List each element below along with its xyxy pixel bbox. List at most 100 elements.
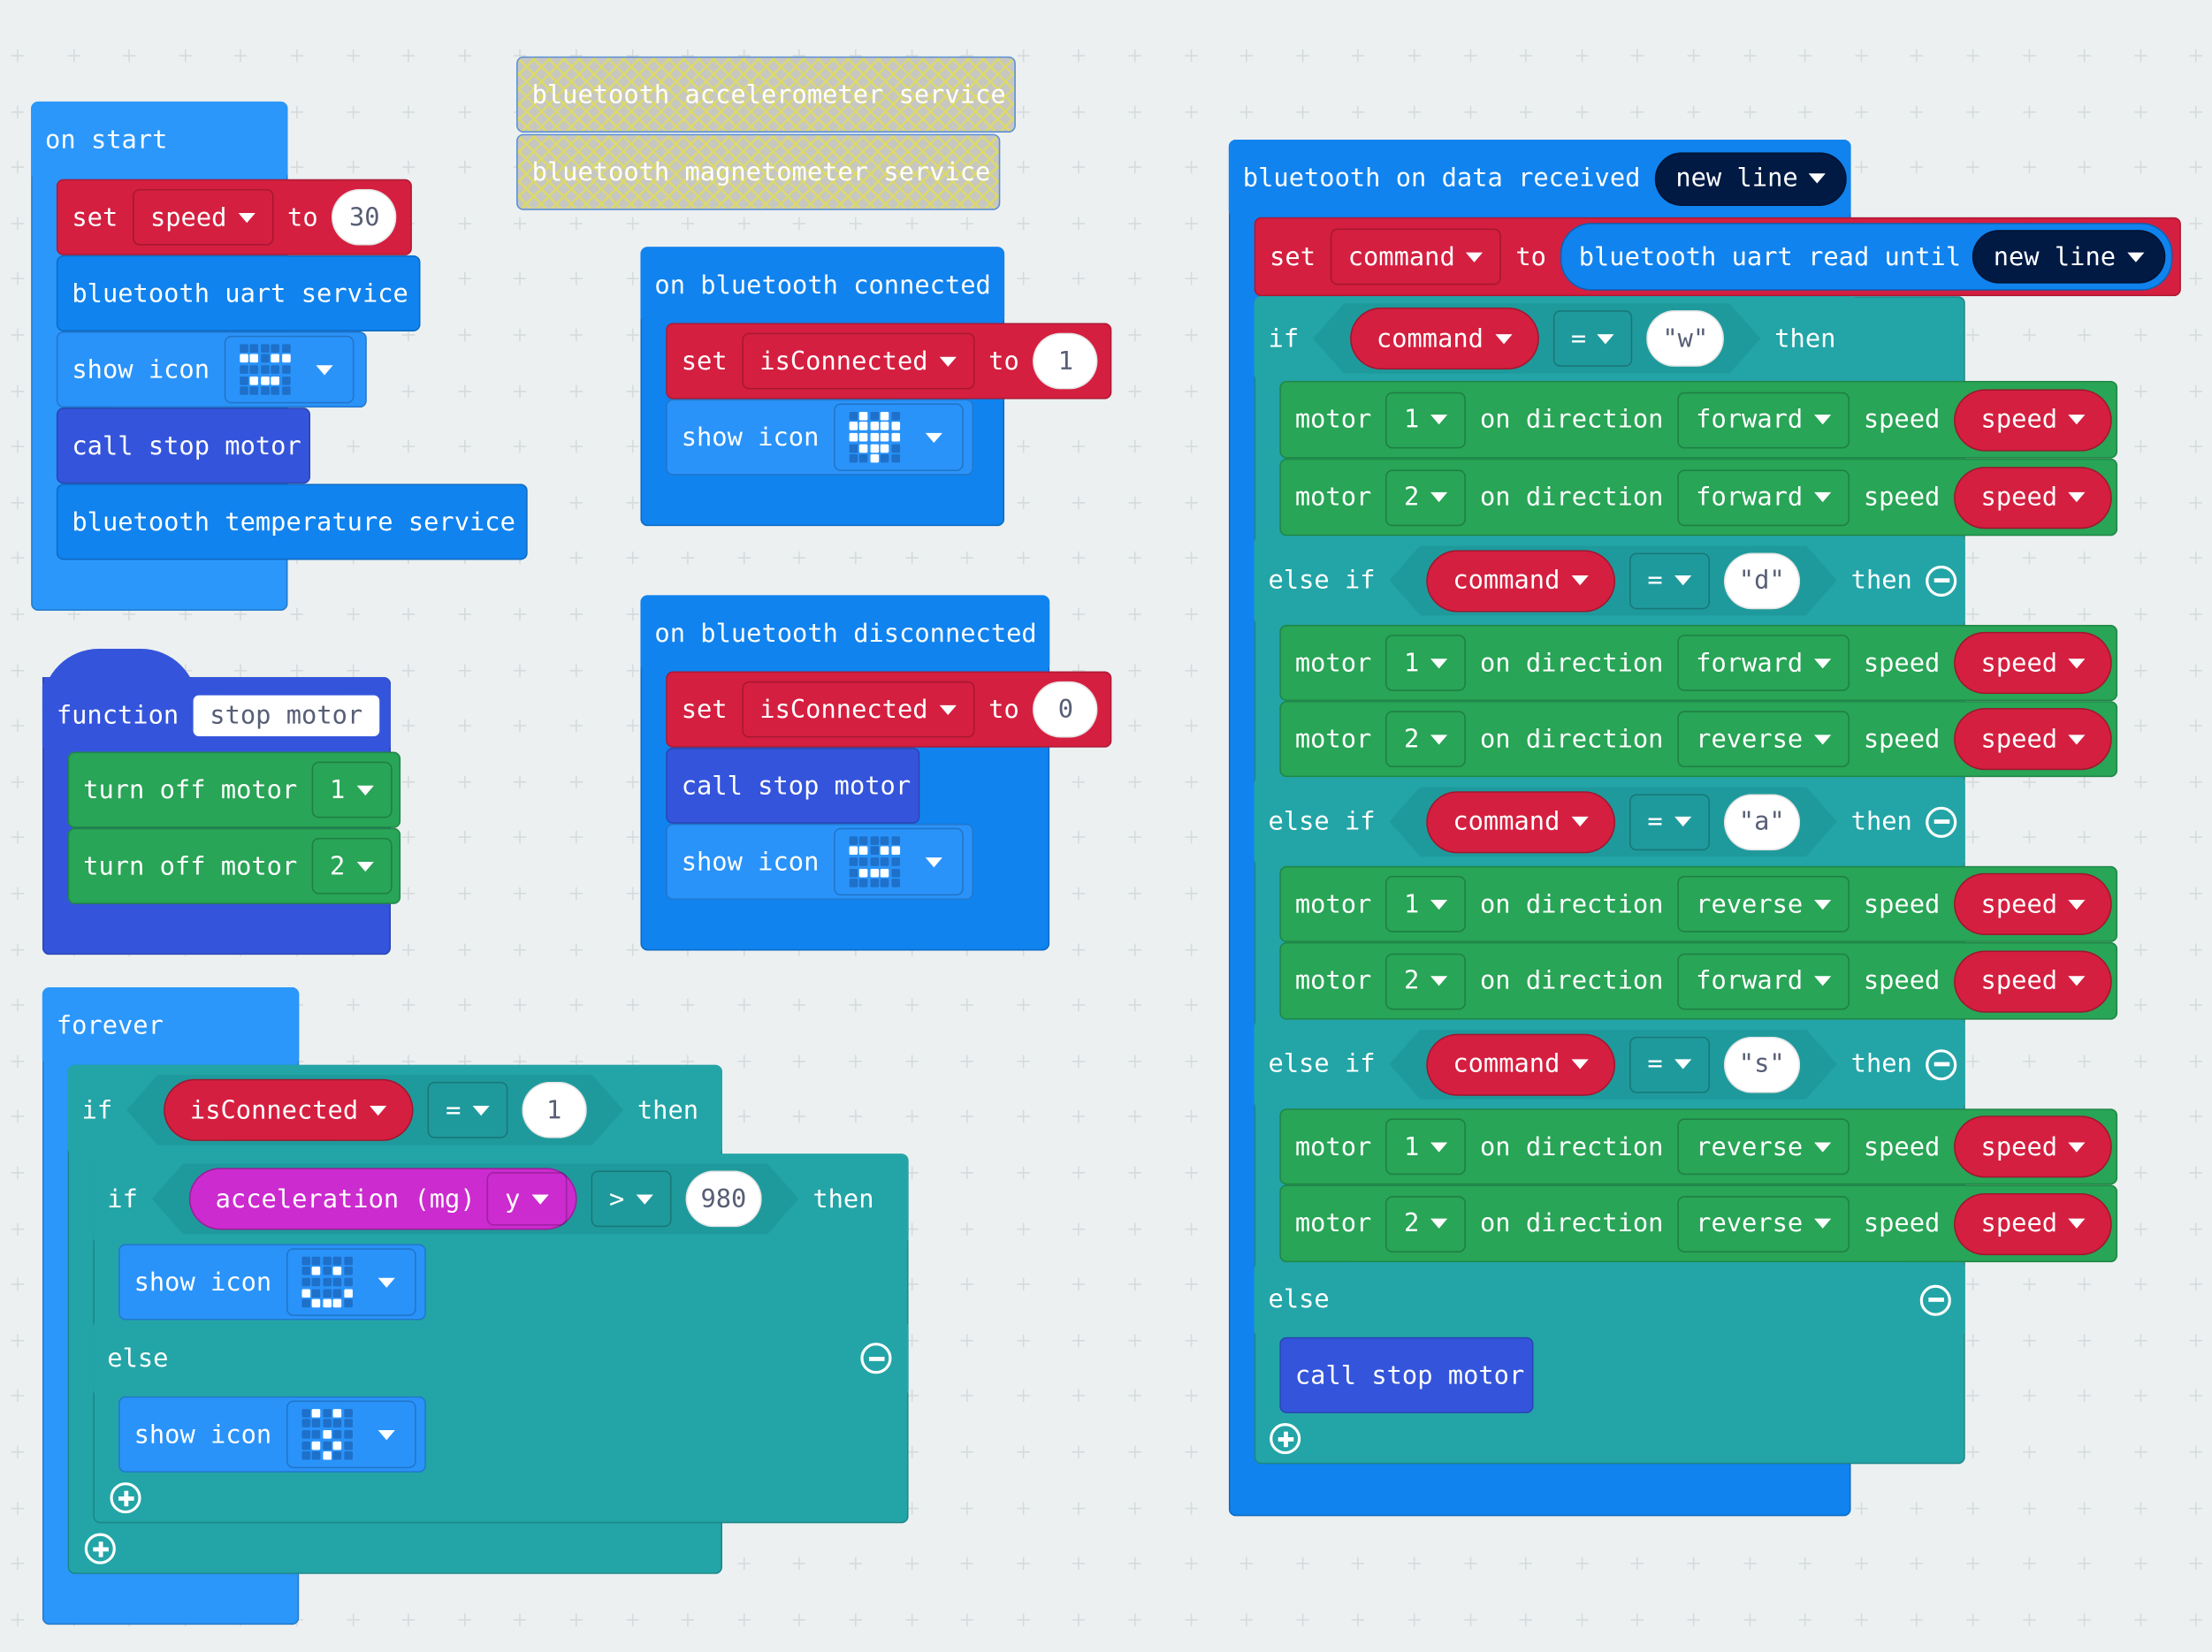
icon-dropdown[interactable] [286,1400,416,1469]
variable-reporter[interactable]: command [1426,550,1615,612]
add-else-if-icon[interactable] [110,1482,141,1514]
speed-variable-reporter[interactable]: speed [1954,708,2113,771]
delimiter-dropdown[interactable]: new line [1654,151,1848,206]
operator-dropdown[interactable]: = [1629,794,1710,850]
direction-dropdown[interactable]: reverse [1677,1118,1850,1176]
motor-dropdown[interactable]: 2 [311,837,392,895]
show-icon-block[interactable]: show icon [666,823,974,901]
call-stop-motor-block[interactable]: call stop motor [56,407,311,484]
direction-dropdown[interactable]: forward [1677,468,1850,526]
icon-dropdown[interactable] [833,403,964,471]
variable-dropdown[interactable]: speed [132,188,274,246]
bluetooth-magnetometer-service-block-disabled[interactable]: bluetooth magnetometer service [516,133,1001,210]
set-isconnected-block[interactable]: set isConnected to 0 [666,671,1112,748]
show-icon-block[interactable]: show icon [56,331,367,408]
value-input[interactable]: 30 [332,188,398,246]
speed-variable-reporter[interactable]: speed [1954,872,2113,935]
string-input[interactable]: "a" [1723,794,1800,850]
else-if-row[interactable]: else if command = "s" then [1254,1019,1965,1109]
add-else-if-icon[interactable] [84,1533,116,1564]
call-stop-motor-block[interactable]: call stop motor [1279,1336,1534,1413]
motor-dropdown[interactable]: 1 [1385,875,1466,933]
speed-variable-reporter[interactable]: speed [1954,388,2113,451]
set-command-block[interactable]: set command to bluetooth uart read until… [1254,217,2181,297]
motor-block[interactable]: motor 1 on direction forward speed speed [1279,380,2118,459]
motor-block[interactable]: motor 1 on direction forward speed speed [1279,624,2118,702]
speed-variable-reporter[interactable]: speed [1954,1115,2113,1178]
blocks-workspace[interactable]: on start set speed to 30 bluetooth uart … [0,0,2212,1652]
motor-dropdown[interactable]: 2 [1385,711,1466,768]
if-row[interactable]: if command = "w" then [1254,296,1858,381]
icon-dropdown[interactable] [286,1248,416,1316]
function-header[interactable]: function stop motor [42,680,392,752]
operator-dropdown[interactable]: > [591,1170,671,1227]
motor-block[interactable]: motor 2 on direction reverse speed speed [1279,701,2118,778]
forever-header[interactable]: forever [42,986,300,1065]
data-received-header[interactable]: bluetooth on data received new line [1228,139,1851,217]
motor-dropdown[interactable]: 2 [1385,952,1466,1009]
add-else-if-icon[interactable] [1270,1423,1301,1455]
turn-off-motor-block[interactable]: turn off motor 1 [67,751,401,828]
remove-else-if-icon[interactable] [1926,1048,1957,1080]
variable-reporter[interactable]: command [1426,790,1615,852]
string-input[interactable]: "d" [1723,552,1800,609]
operator-dropdown[interactable]: = [1629,552,1710,609]
operator-dropdown[interactable]: = [1629,1036,1710,1092]
direction-dropdown[interactable]: reverse [1677,711,1850,768]
value-input[interactable]: 1 [1033,332,1099,390]
motor-block[interactable]: motor 2 on direction forward speed speed [1279,458,2118,537]
show-icon-block[interactable]: show icon [666,399,974,476]
function-name-input[interactable]: stop motor [193,695,380,736]
string-input[interactable]: "w" [1647,310,1724,367]
acceleration-reporter[interactable]: acceleration (mg) y [188,1168,576,1229]
speed-variable-reporter[interactable]: speed [1954,1192,2113,1255]
icon-dropdown[interactable] [833,827,964,896]
motor-block[interactable]: motor 1 on direction reverse speed speed [1279,1108,2118,1185]
uart-read-until-reporter[interactable]: bluetooth uart read until new line [1560,223,2172,291]
delimiter-dropdown[interactable]: new line [1972,230,2165,284]
motor-block[interactable]: motor 1 on direction reverse speed speed [1279,865,2118,942]
axis-dropdown[interactable]: y [486,1172,567,1226]
variable-dropdown[interactable]: command [1329,228,1502,285]
direction-dropdown[interactable]: forward [1677,391,1850,448]
operator-dropdown[interactable]: = [427,1082,507,1138]
speed-variable-reporter[interactable]: speed [1954,949,2113,1012]
remove-else-if-icon[interactable] [1926,565,1957,597]
value-input[interactable]: 1 [522,1082,586,1138]
else-if-row[interactable]: else if command = "a" then [1254,777,1965,866]
bluetooth-temperature-service-block[interactable]: bluetooth temperature service [56,483,528,560]
bluetooth-uart-service-block[interactable]: bluetooth uart service [56,255,421,331]
remove-else-icon[interactable] [1919,1283,1951,1315]
variable-dropdown[interactable]: isConnected [741,681,975,738]
motor-dropdown[interactable]: 1 [1385,1118,1466,1176]
connected-header[interactable]: on bluetooth connected [640,247,1005,324]
speed-variable-reporter[interactable]: speed [1954,466,2113,529]
motor-block[interactable]: motor 2 on direction forward speed speed [1279,941,2118,1020]
on-start-header[interactable]: on start [31,101,288,179]
motor-dropdown[interactable]: 1 [1385,391,1466,448]
motor-dropdown[interactable]: 1 [1385,635,1466,691]
direction-dropdown[interactable]: forward [1677,952,1850,1009]
variable-reporter[interactable]: command [1426,1033,1615,1095]
remove-else-icon[interactable] [860,1343,892,1374]
show-icon-block[interactable]: show icon [118,1244,426,1321]
value-input[interactable]: 980 [685,1170,762,1227]
motor-dropdown[interactable]: 2 [1385,1195,1466,1252]
set-isconnected-block[interactable]: set isConnected to 1 [666,323,1112,400]
if-block[interactable]: if isConnected = 1 then [67,1064,722,1155]
direction-dropdown[interactable]: forward [1677,635,1850,691]
disconnected-header[interactable]: on bluetooth disconnected [640,595,1050,672]
motor-dropdown[interactable]: 1 [311,761,392,818]
variable-reporter[interactable]: isConnected [164,1079,414,1141]
else-if-row[interactable]: else if command = "d" then [1254,536,1965,625]
speed-variable-reporter[interactable]: speed [1954,631,2113,695]
turn-off-motor-block[interactable]: turn off motor 2 [67,827,401,904]
variable-dropdown[interactable]: isConnected [741,332,975,390]
remove-else-if-icon[interactable] [1926,805,1957,838]
bluetooth-accelerometer-service-block-disabled[interactable]: bluetooth accelerometer service [516,56,1016,133]
operator-dropdown[interactable]: = [1552,310,1633,367]
motor-block[interactable]: motor 2 on direction reverse speed speed [1279,1184,2118,1263]
variable-reporter[interactable]: command [1350,308,1539,369]
string-input[interactable]: "s" [1723,1036,1800,1092]
direction-dropdown[interactable]: reverse [1677,1195,1850,1252]
